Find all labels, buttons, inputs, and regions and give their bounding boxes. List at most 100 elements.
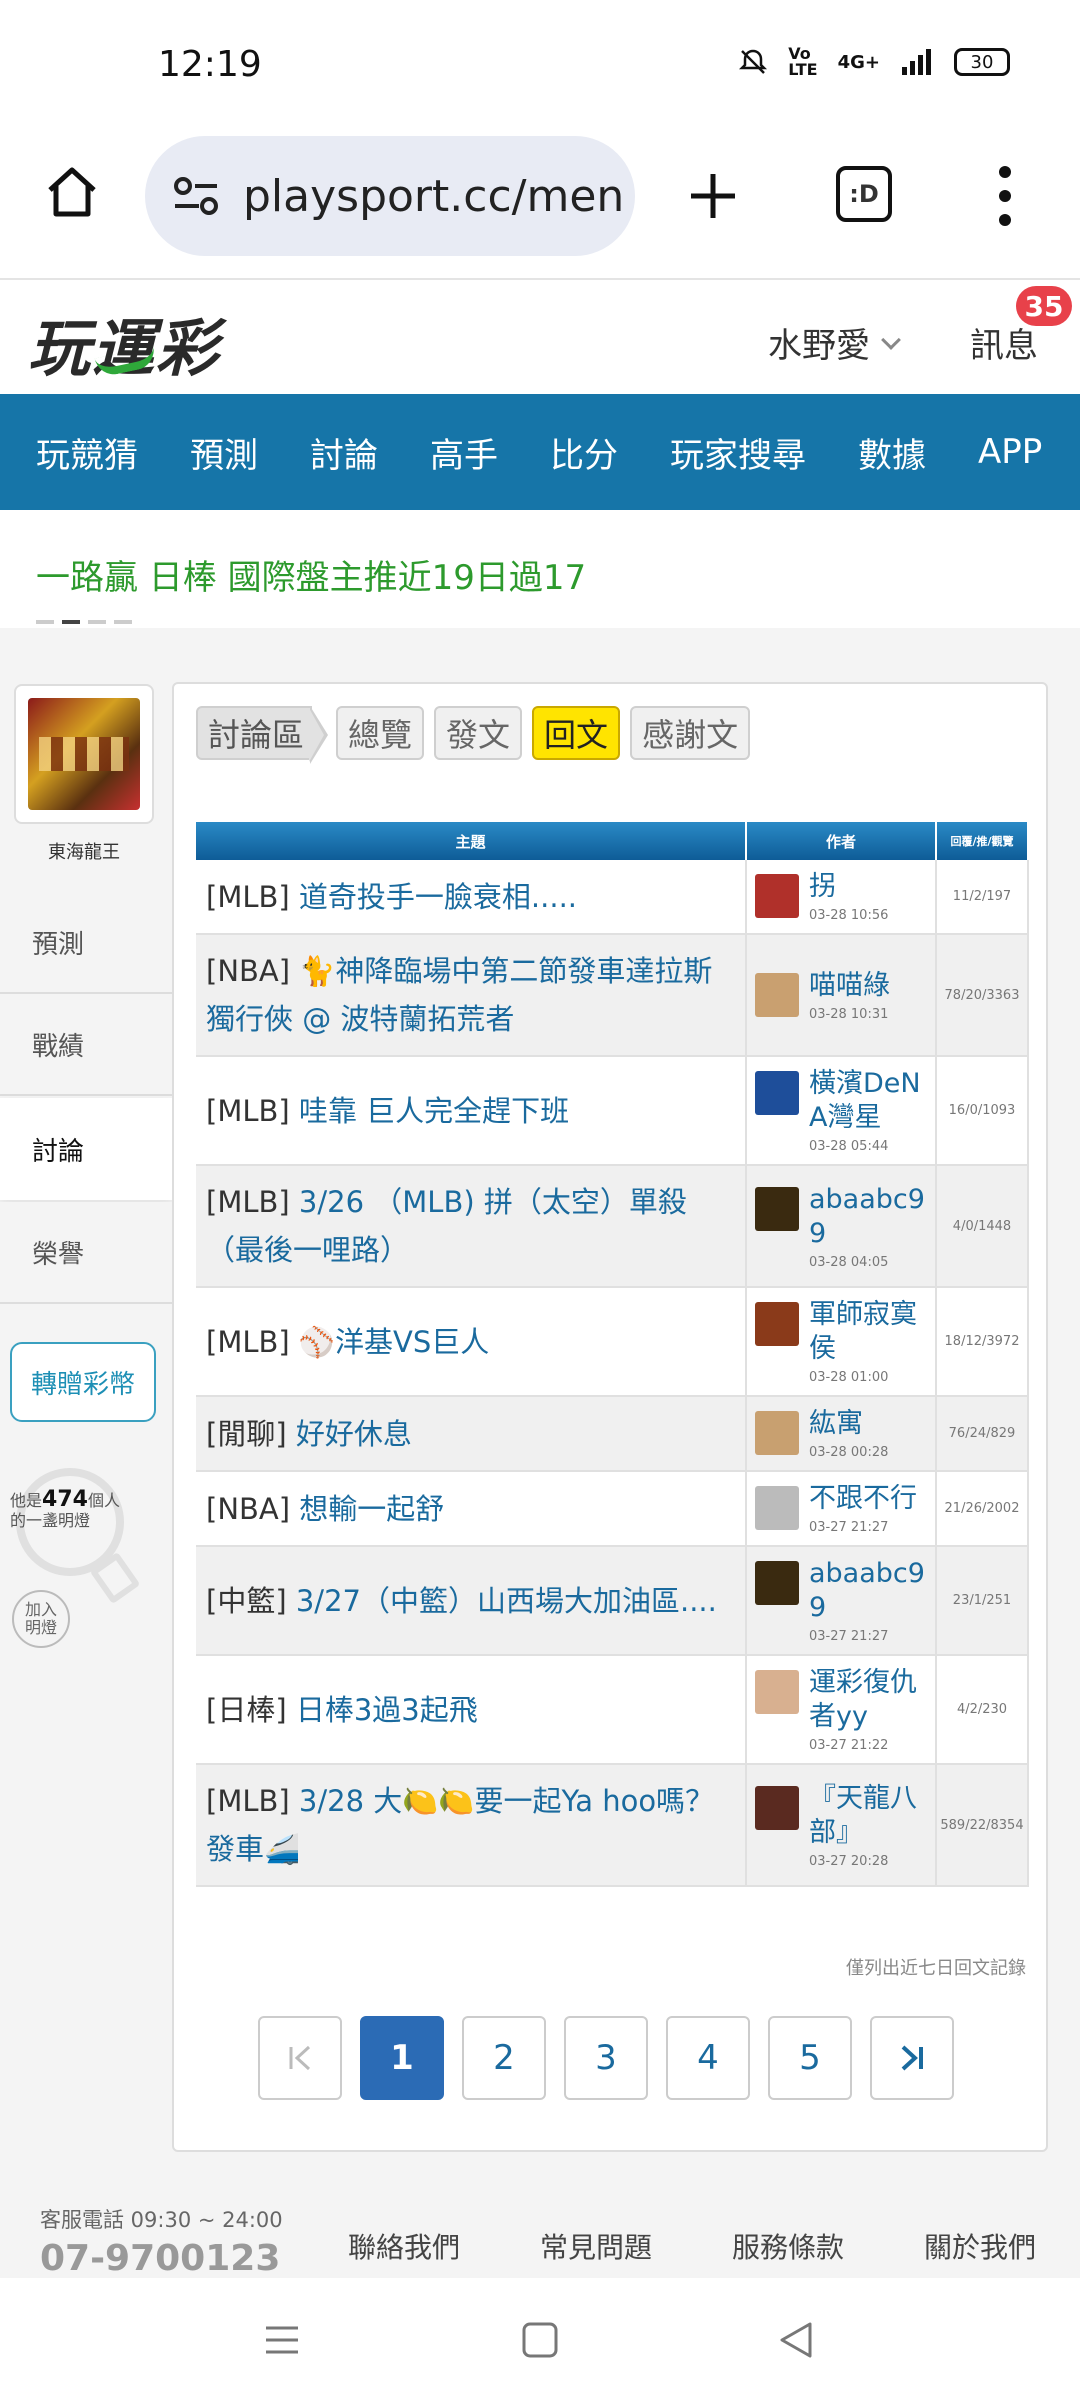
nav-item[interactable]: 玩家搜尋 [670,428,806,477]
author-name-link[interactable]: 紘寓 [809,1407,888,1441]
author-avatar[interactable] [755,1411,799,1455]
tab-forum-area[interactable]: 討論區 [196,706,329,764]
tab-replies[interactable]: 回文 [532,706,621,760]
topic-cell[interactable]: [MLB] 道奇投手一臉衰相..... [196,860,747,935]
nav-item[interactable]: 比分 [550,428,618,477]
tab-overview[interactable]: 總覽 [336,706,425,760]
ticker-text[interactable]: 一路贏 日棒 國際盤主推近19日過17 [36,550,586,599]
user-menu[interactable]: 水野愛 [768,318,901,367]
author-name-link[interactable]: 『天龍八部』 [809,1782,927,1850]
author-name-link[interactable]: 橫濱DeNA灣星 [809,1067,927,1135]
sidebar-item-predictions[interactable]: 預測 [0,892,172,994]
author-avatar[interactable] [755,874,799,918]
page-button-5[interactable]: 5 [768,2016,852,2100]
author-name-link[interactable]: 拐 [809,870,888,904]
topic-title-link[interactable]: 想輸一起舒 [299,1492,444,1526]
battery-icon: 30 [954,48,1010,76]
browser-menu-button[interactable] [985,166,1025,226]
home-button[interactable] [36,156,108,228]
topic-category: [日棒] [206,1692,287,1727]
site-logo[interactable]: 玩運彩 [28,298,220,388]
table-row[interactable]: [MLB] ⚾洋基VS巨人 軍師寂寞侯 03-28 01:00 18/12/3972 [196,1287,1029,1397]
nav-item[interactable]: 數據 [858,428,926,477]
author-name-link[interactable]: abaabc99 [809,1183,927,1251]
page-button-2[interactable]: 2 [462,2016,546,2100]
nav-item[interactable]: 討論 [310,428,378,477]
recent-apps-icon[interactable] [262,2320,302,2360]
footer-link-about[interactable]: 關於我們 [924,2226,1036,2266]
sidebar-item-record[interactable]: 戰績 [0,994,172,1096]
topic-cell[interactable]: [MLB] 3/26 （MLB) 拼（太空）單殺（最後一哩路） [196,1165,747,1288]
author-name-link[interactable]: 軍師寂寞侯 [809,1298,927,1366]
topic-cell[interactable]: [MLB] 3/28 大🍋🍋要一起Ya hoo嗎？發車🚄 [196,1764,747,1887]
header-author: 作者 [746,822,937,860]
author-name-link[interactable]: abaabc99 [809,1557,927,1625]
table-row[interactable]: [閒聊] 好好休息 紘寓 03-28 00:28 76/24/829 [196,1396,1029,1472]
tab-thanks[interactable]: 感謝文 [630,706,751,760]
footer-link-terms[interactable]: 服務條款 [732,2226,844,2266]
topic-title-link[interactable]: 道奇投手一臉衰相..... [299,880,577,914]
table-row[interactable]: [MLB] 3/28 大🍋🍋要一起Ya hoo嗎？發車🚄 『天龍八部』 03-27 … [196,1764,1029,1887]
nav-item[interactable]: 高手 [430,428,498,477]
topic-title-link[interactable]: 日棒3過3起飛 [296,1693,478,1727]
page-button-1[interactable]: 1 [360,2016,444,2100]
topic-title-link[interactable]: 好好休息 [296,1417,412,1451]
author-name-link[interactable]: 不跟不行 [809,1482,917,1516]
tab-switcher-button[interactable]: :D [836,166,892,222]
author-avatar[interactable] [755,1785,799,1830]
player-avatar[interactable] [14,684,154,824]
topic-cell[interactable]: [NBA] 想輸一起舒 [196,1471,747,1547]
table-row[interactable]: [NBA] 想輸一起舒 不跟不行 03-27 21:27 21/26/2002 [196,1471,1029,1547]
topic-cell[interactable]: [日棒] 日棒3過3起飛 [196,1655,747,1765]
table-row[interactable]: [日棒] 日棒3過3起飛 運彩復仇者yy 03-27 21:22 4/2/230 [196,1655,1029,1765]
nav-item[interactable]: 玩競猜 [36,428,138,477]
messages-link[interactable]: 訊息 [970,318,1038,367]
back-icon[interactable] [776,2320,816,2360]
sidebar-item-honors[interactable]: 榮譽 [0,1202,172,1304]
topic-cell[interactable]: [中籃] 3/27（中籃）山西場大加油區.... [196,1546,747,1656]
page-button-3[interactable]: 3 [564,2016,648,2100]
topic-cell[interactable]: [MLB] ⚾洋基VS巨人 [196,1287,747,1397]
author-avatar[interactable] [755,1186,799,1231]
address-bar[interactable]: playsport.cc/men [145,136,635,256]
page-button-4[interactable]: 4 [666,2016,750,2100]
author-avatar[interactable] [755,1486,799,1530]
nav-item[interactable]: APP [978,432,1042,472]
author-avatar[interactable] [755,972,799,1017]
table-row[interactable]: [MLB] 道奇投手一臉衰相..... 拐 03-28 10:56 11/2/197 [196,860,1029,935]
table-row[interactable]: [MLB] 哇靠 巨人完全趕下班 橫濱DeNA灣星 03-28 05:44 16/0/… [196,1056,1029,1166]
service-phone[interactable]: 07-9700123 [40,2238,280,2278]
table-row[interactable]: [MLB] 3/26 （MLB) 拼（太空）單殺（最後一哩路） abaabc99 0… [196,1165,1029,1288]
topic-title-link[interactable]: 3/27（中籃）山西場大加油區.... [296,1584,717,1618]
tab-posts[interactable]: 發文 [434,706,523,760]
last-page-button[interactable] [870,2016,954,2100]
mute-bell-icon [739,49,768,74]
add-light-button[interactable]: 加入明燈 [12,1590,70,1648]
author-avatar[interactable] [755,1670,799,1714]
author-avatar[interactable] [755,1071,799,1115]
table-row[interactable]: [中籃] 3/27（中籃）山西場大加油區.... abaabc99 03-27 21… [196,1546,1029,1656]
stats-cell: 16/0/1093 [936,1056,1029,1166]
topic-cell[interactable]: [NBA] 🐈神降臨場中第二節發車達拉斯獨行俠 @ 波特蘭拓荒者 [196,934,747,1057]
author-name-link[interactable]: 運彩復仇者yy [809,1666,927,1734]
author-cell: 拐 03-28 10:56 [746,860,937,935]
topic-cell[interactable]: [MLB] 哇靠 巨人完全趕下班 [196,1056,747,1166]
home-nav-icon[interactable] [520,2320,560,2360]
post-time: 03-28 10:56 [809,908,889,923]
gift-coins-button[interactable]: 轉贈彩幣 [10,1342,156,1422]
topic-cell[interactable]: [閒聊] 好好休息 [196,1396,747,1472]
author-name-link[interactable]: 喵喵綠 [809,969,890,1003]
footer-link-contact[interactable]: 聯絡我們 [348,2226,460,2266]
author-avatar[interactable] [755,1302,799,1346]
footer-link-faq[interactable]: 常見問題 [540,2226,652,2266]
new-tab-button[interactable] [675,158,751,234]
first-page-button[interactable] [258,2016,342,2100]
sidebar-item-discussion[interactable]: 討論 [0,1098,172,1200]
site-settings-icon[interactable] [169,168,225,224]
author-avatar[interactable] [755,1561,799,1605]
topic-title-link[interactable]: 哇靠 巨人完全趕下班 [299,1094,569,1128]
nav-item[interactable]: 預測 [190,428,258,477]
last-page-icon [901,2045,923,2071]
topic-title-link[interactable]: ⚾洋基VS巨人 [299,1325,489,1359]
table-row[interactable]: [NBA] 🐈神降臨場中第二節發車達拉斯獨行俠 @ 波特蘭拓荒者 喵喵綠 03-28… [196,934,1029,1057]
